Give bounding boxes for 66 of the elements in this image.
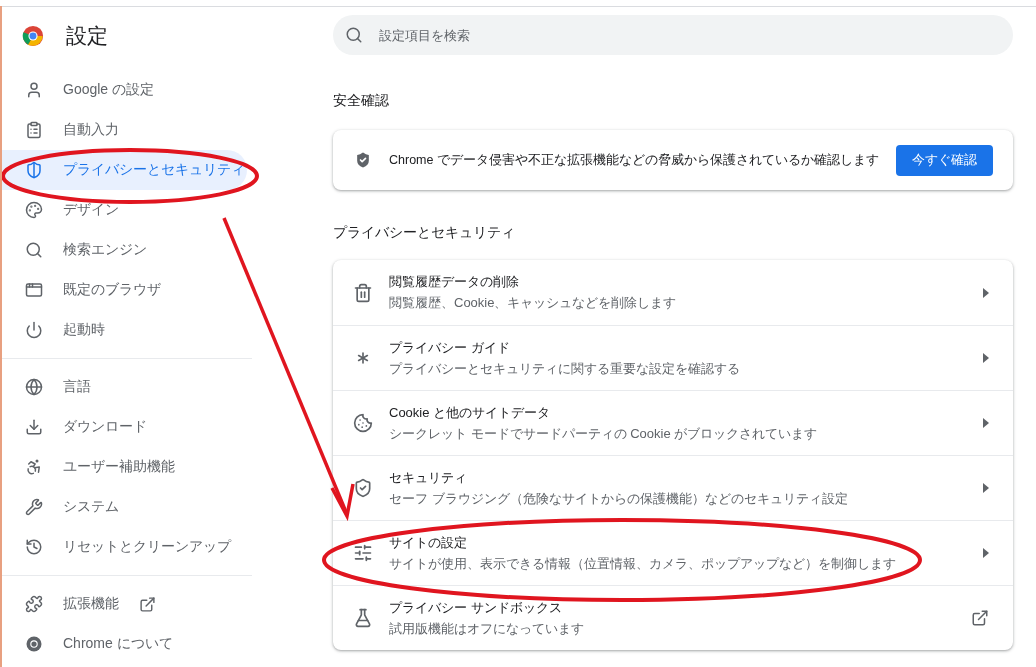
search-field[interactable]: 設定項目を検索 xyxy=(333,15,1013,55)
check-now-button[interactable]: 今すぐ確認 xyxy=(896,144,993,176)
chevron-icon xyxy=(983,483,989,493)
sidebar-item[interactable]: 起動時 xyxy=(2,310,247,350)
settings-row[interactable]: サイトの設定 サイトが使用、表示できる情報（位置情報、カメラ、ポップアップなど）を制御します xyxy=(333,520,1013,585)
row-title: 閲覧履歴データの削除 xyxy=(389,273,519,291)
row-icon xyxy=(353,478,373,498)
row-subtitle: セーフ ブラウジング（危険なサイトからの保護機能）などのセキュリティ設定 xyxy=(389,489,848,508)
nav-icon xyxy=(25,498,43,516)
row-icon xyxy=(353,413,373,433)
settings-row[interactable]: プライバシー サンドボックス 試用版機能はオフになっています xyxy=(333,585,1013,650)
external-link-icon xyxy=(971,609,989,627)
row-icon xyxy=(353,608,373,628)
external-link-icon xyxy=(139,595,156,613)
chevron-icon xyxy=(983,353,989,363)
section-heading: 安全確認 xyxy=(333,92,389,110)
row-title: プライバシー ガイド xyxy=(389,338,510,357)
chevron-icon xyxy=(983,548,989,558)
sidebar-item[interactable]: デザイン xyxy=(2,190,247,230)
row-title: セキュリティ xyxy=(389,468,467,487)
chrome-icon xyxy=(25,635,43,653)
section-heading: プライバシーとセキュリティ xyxy=(333,224,515,242)
chrome-logo-icon xyxy=(22,25,44,47)
settings-row[interactable]: セキュリティ セーフ ブラウジング（危険なサイトからの保護機能）などのセキュリティ設定 xyxy=(333,455,1013,520)
row-icon xyxy=(353,282,373,303)
nav-icon xyxy=(25,281,43,299)
nav-icon xyxy=(25,161,43,179)
sidebar-item[interactable]: システム xyxy=(2,487,247,527)
row-title: Cookie と他のサイトデータ xyxy=(389,403,551,422)
chevron-icon xyxy=(983,287,989,298)
nav-icon xyxy=(25,241,43,259)
row-subtitle: プライバシーとセキュリティに関する重要な設定を確認する xyxy=(389,359,740,378)
row-subtitle: 試用版機能はオフになっています xyxy=(389,619,584,638)
nav-icon xyxy=(25,81,43,99)
nav-icon xyxy=(25,538,43,556)
nav-icon xyxy=(25,418,43,436)
row-subtitle: サイトが使用、表示できる情報（位置情報、カメラ、ポップアップなど）を制御します xyxy=(389,554,896,573)
row-subtitle: シークレット モードでサードパーティの Cookie がブロックされています xyxy=(389,424,818,443)
sidebar-item[interactable]: Google の設定 xyxy=(2,70,247,110)
nav-icon xyxy=(25,321,43,339)
sidebar-item[interactable]: 既定のブラウザ xyxy=(2,270,247,310)
safety-check-text: Chrome でデータ侵害や不正な拡張機能などの脅威から保護されているか確認します xyxy=(389,151,880,169)
sidebar-item[interactable]: ユーザー補助機能 xyxy=(2,447,247,487)
sidebar-item[interactable]: Chrome について xyxy=(2,624,247,664)
settings-row[interactable]: プライバシー ガイド プライバシーとセキュリティに関する重要な設定を確認する xyxy=(333,325,1013,390)
settings-row[interactable]: 閲覧履歴データの削除 閲覧履歴、Cookie、キャッシュなどを削除します xyxy=(333,260,1013,325)
nav-icon xyxy=(25,121,43,139)
nav-icon xyxy=(25,458,43,476)
search-input[interactable]: 設定項目を検索 xyxy=(377,26,1013,44)
nav-icon xyxy=(25,201,43,219)
row-title: サイトの設定 xyxy=(389,533,467,552)
sidebar-item[interactable]: 自動入力 xyxy=(2,110,247,150)
nav-icon xyxy=(25,378,43,396)
search-icon xyxy=(345,26,363,44)
nav-icon xyxy=(25,595,43,613)
page-title: 設定 xyxy=(66,23,108,49)
row-subtitle: 閲覧履歴、Cookie、キャッシュなどを削除します xyxy=(389,294,677,312)
sidebar-item[interactable]: リセットとクリーンアップ xyxy=(2,527,247,567)
sidebar-item[interactable]: ダウンロード xyxy=(2,407,247,447)
row-icon xyxy=(353,543,373,563)
row-title: プライバシー サンドボックス xyxy=(389,598,562,617)
sidebar-item[interactable]: 拡張機能 xyxy=(2,584,247,624)
settings-row[interactable]: Cookie と他のサイトデータ シークレット モードでサードパーティの Cookie がブロックされています xyxy=(333,390,1013,455)
sidebar-item[interactable]: 言語 xyxy=(2,367,247,407)
chevron-icon xyxy=(983,418,989,428)
sidebar-item[interactable]: 検索エンジン xyxy=(2,230,247,270)
